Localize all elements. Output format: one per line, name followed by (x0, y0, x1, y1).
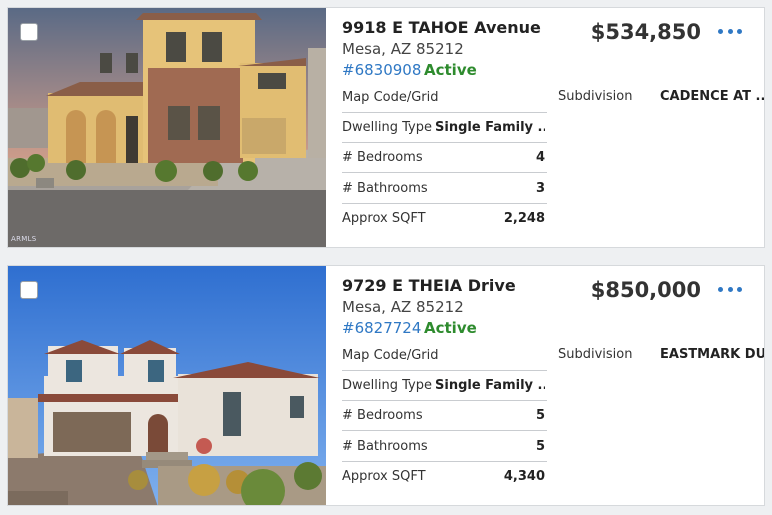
listing-price: $850,000 (590, 278, 701, 302)
select-checkbox[interactable] (20, 281, 38, 299)
subdivision-value: EASTMARK DU... (660, 347, 765, 362)
subdivision-label: Subdivision (558, 347, 633, 362)
detail-row-bathrooms: # Bathrooms 3 (342, 174, 547, 204)
detail-row-sqft: Approx SQFT 2,248 (342, 204, 547, 234)
detail-row-bedrooms: # Bedrooms 4 (342, 143, 547, 173)
listing-info: 9918 E TAHOE Avenue Mesa, AZ 85212 #6830… (342, 8, 764, 247)
detail-value: 2,248 (503, 211, 545, 226)
detail-value: 5 (535, 439, 545, 454)
detail-row-dwelling-type: Dwelling Type Single Family ... (342, 371, 547, 401)
detail-row-map-code: Map Code/Grid (342, 341, 547, 371)
listing-price: $534,850 (590, 20, 701, 44)
detail-value: 5 (535, 408, 545, 423)
detail-value: Single Family ... (435, 120, 545, 135)
detail-row-map-code: Map Code/Grid (342, 83, 547, 113)
more-horizontal-icon[interactable] (718, 284, 742, 294)
detail-label: Dwelling Type (342, 378, 432, 393)
detail-label: # Bedrooms (342, 150, 423, 165)
select-checkbox[interactable] (20, 23, 38, 41)
detail-label: # Bedrooms (342, 408, 423, 423)
listing-city: Mesa, AZ 85212 (342, 40, 464, 58)
status-badge: Active (424, 61, 477, 79)
listing-card[interactable]: ARMLS 9918 E TAHOE Avenue Mesa, AZ 85212… (7, 7, 765, 248)
detail-row-dwelling-type: Dwelling Type Single Family ... (342, 113, 547, 143)
detail-row-bathrooms: # Bathrooms 5 (342, 432, 547, 462)
mls-number-link[interactable]: #6827724 (342, 319, 421, 337)
detail-label: Map Code/Grid (342, 90, 439, 105)
detail-value: Single Family ... (435, 378, 545, 393)
listing-photo[interactable]: ARMLS (8, 8, 326, 247)
listing-info: 9729 E THEIA Drive Mesa, AZ 85212 #68277… (342, 266, 764, 505)
subdivision-value: CADENCE AT ... (660, 89, 765, 104)
detail-value: 4,340 (503, 469, 545, 484)
detail-row-sqft: Approx SQFT 4,340 (342, 462, 547, 492)
listing-street[interactable]: 9918 E TAHOE Avenue (342, 18, 541, 37)
subdivision-label: Subdivision (558, 89, 633, 104)
detail-label: Map Code/Grid (342, 348, 439, 363)
mls-number-link[interactable]: #6830908 (342, 61, 421, 79)
listing-city: Mesa, AZ 85212 (342, 298, 464, 316)
listing-street[interactable]: 9729 E THEIA Drive (342, 276, 516, 295)
status-badge: Active (424, 319, 477, 337)
detail-value: 3 (535, 181, 545, 196)
mls-watermark: ARMLS (11, 235, 37, 243)
detail-label: Approx SQFT (342, 211, 426, 226)
detail-value: 4 (535, 150, 545, 165)
more-horizontal-icon[interactable] (718, 26, 742, 36)
listing-card[interactable]: 9729 E THEIA Drive Mesa, AZ 85212 #68277… (7, 265, 765, 506)
detail-label: Approx SQFT (342, 469, 426, 484)
listing-photo[interactable] (8, 266, 326, 505)
detail-label: Dwelling Type (342, 120, 432, 135)
detail-row-bedrooms: # Bedrooms 5 (342, 401, 547, 431)
detail-label: # Bathrooms (342, 439, 428, 454)
detail-label: # Bathrooms (342, 181, 428, 196)
